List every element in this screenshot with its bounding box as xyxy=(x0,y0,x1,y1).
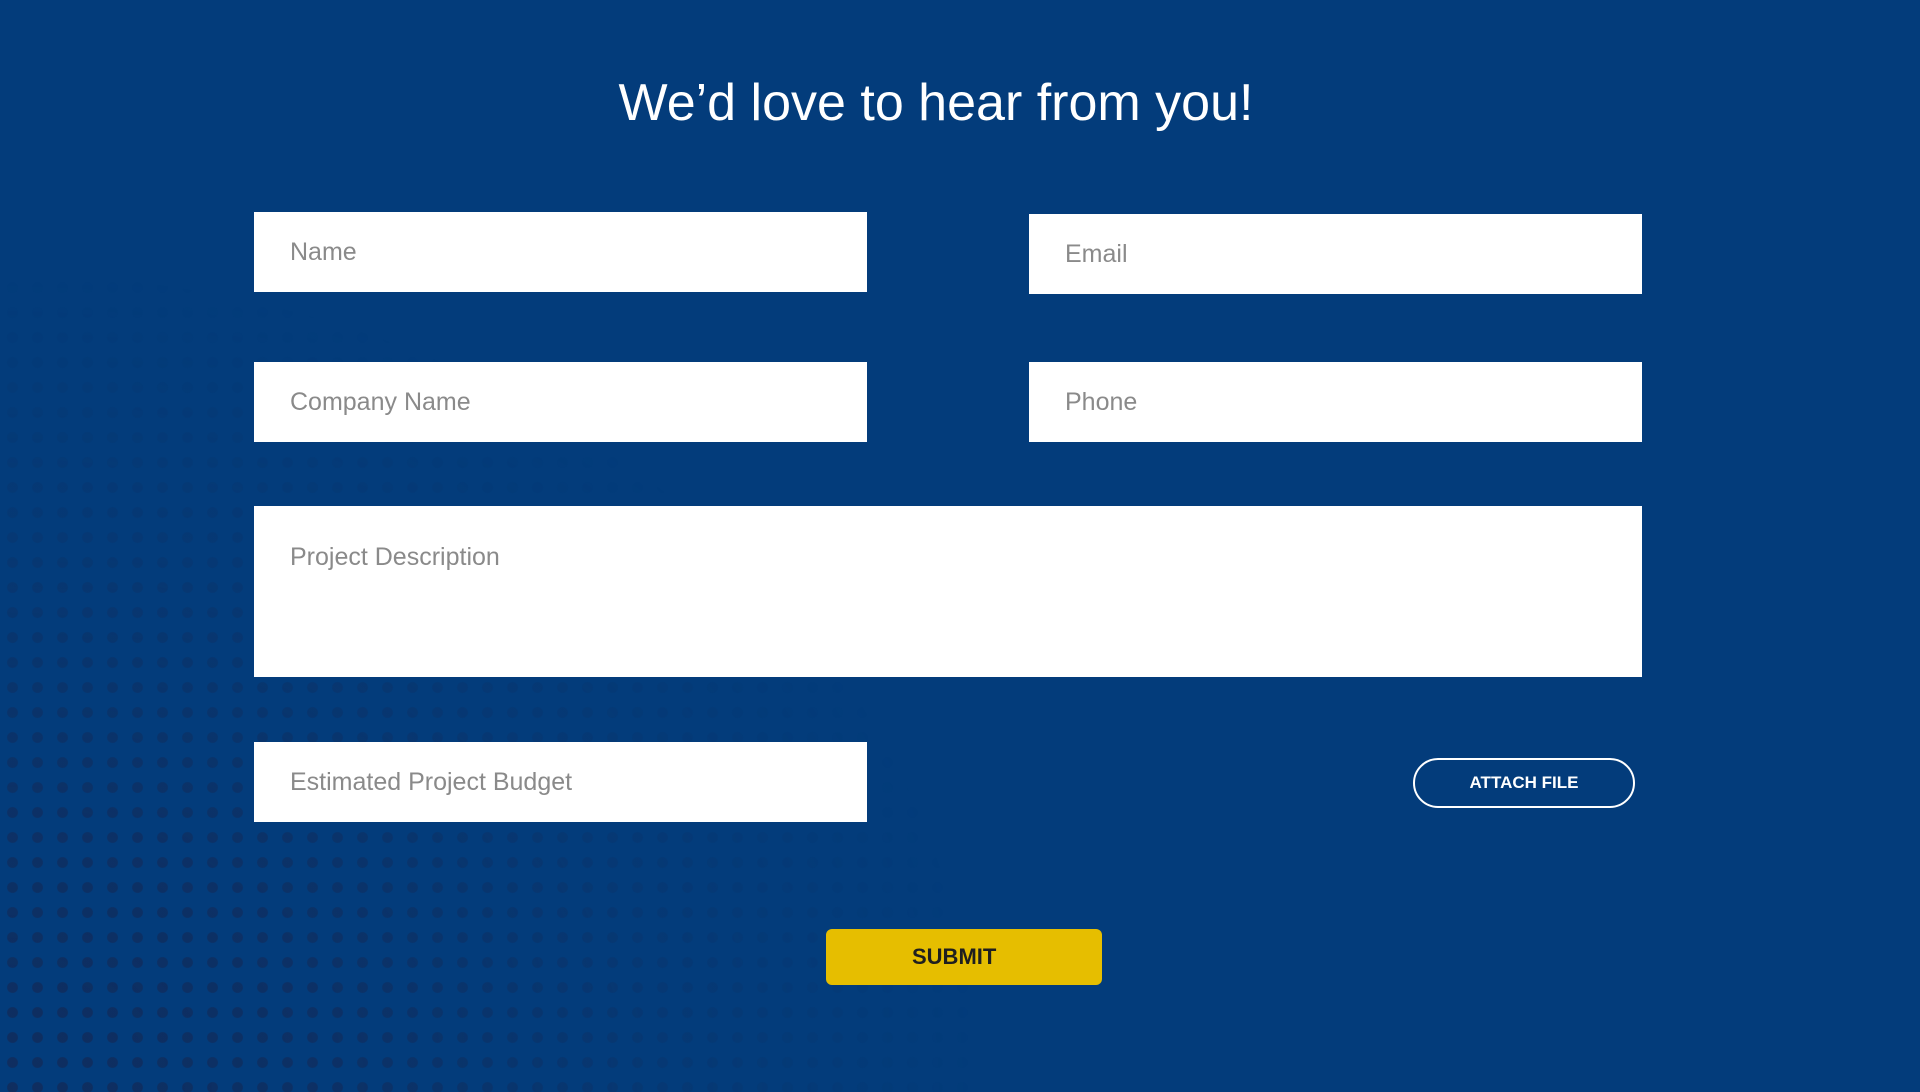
email-input[interactable] xyxy=(1029,214,1642,294)
page-title: We’d love to hear from you! xyxy=(618,74,1254,132)
phone-input[interactable] xyxy=(1029,362,1642,442)
submit-button[interactable]: SUBMIT xyxy=(826,929,1102,985)
name-input[interactable] xyxy=(254,212,867,292)
estimated-budget-input[interactable] xyxy=(254,742,867,822)
attach-file-button[interactable]: ATTACH FILE xyxy=(1413,758,1635,808)
project-description-textarea[interactable] xyxy=(254,506,1642,677)
company-name-input[interactable] xyxy=(254,362,867,442)
